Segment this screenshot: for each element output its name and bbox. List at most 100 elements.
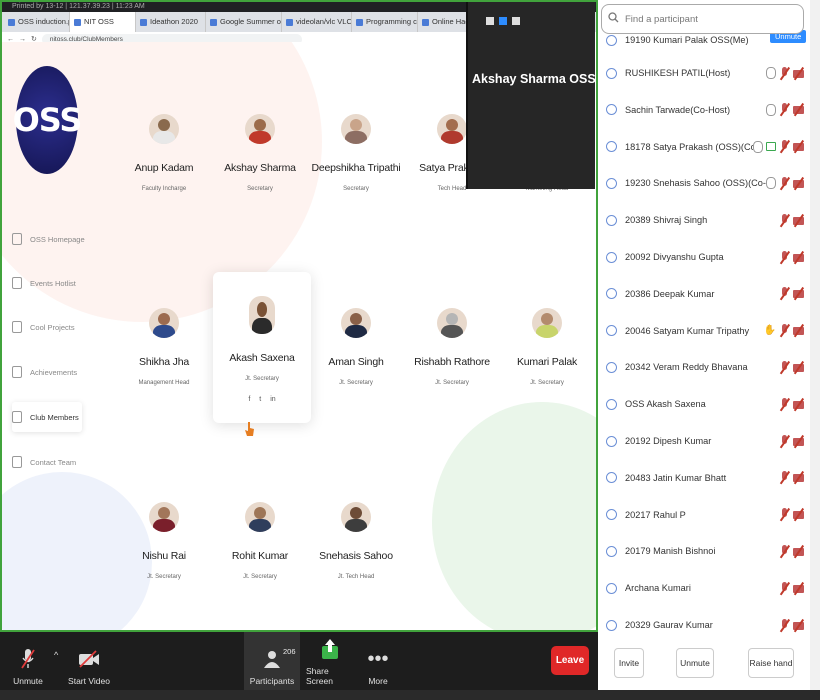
browser-tab[interactable]: Ideathon 2020 — [136, 12, 206, 32]
photo-head — [158, 312, 170, 325]
participant-name: Sachin Tarwade(Co-Host) — [625, 104, 731, 115]
member-card[interactable]: Akshay Sharma Secretary — [210, 114, 310, 192]
flask-icon — [12, 321, 22, 333]
participant-row[interactable]: OSS Akash Saxena — [598, 386, 812, 422]
participant-name: Archana Kumari — [625, 583, 691, 594]
participant-row[interactable]: 20342 Veram Reddy Bhavana — [598, 349, 812, 385]
participant-search[interactable]: Find a participant — [601, 4, 804, 34]
browser-tab[interactable]: Google Summer of — [206, 12, 282, 32]
browser-tab[interactable]: OSS induction.pptx — [4, 12, 70, 32]
more-label: More — [368, 676, 388, 686]
mic-muted-icon — [779, 103, 790, 116]
member-name: Aman Singh — [328, 356, 384, 368]
more-button[interactable]: ••• More — [362, 632, 394, 690]
tab-favicon-icon — [356, 18, 363, 26]
nav-item-achievements[interactable]: Achievements — [12, 357, 92, 387]
participant-row[interactable]: 20046 Satyam Kumar Tripathy ✋ — [598, 313, 812, 349]
raise-hand-button[interactable]: Raise hand — [748, 648, 794, 678]
member-card[interactable]: Anup Kadam Faculty Incharge — [114, 114, 214, 192]
minimize-icon[interactable] — [486, 17, 494, 25]
browser-tab[interactable]: Programming club — [352, 12, 418, 32]
browser-tab[interactable]: NIT OSS — [70, 12, 136, 32]
video-off-icon — [793, 214, 804, 227]
home-icon — [12, 233, 22, 245]
speaker-name: Akshay Sharma OSS Secr... — [472, 72, 595, 86]
member-name: Snehasis Sahoo — [319, 550, 393, 562]
video-off-icon — [793, 545, 804, 558]
member-role: Jt. Tech Head — [337, 574, 375, 580]
photo-head — [446, 118, 458, 131]
member-name: Deepshikha Tripathi — [311, 162, 401, 174]
member-card[interactable]: Akash Saxena Jt. Secretary f t in — [213, 272, 311, 436]
member-name: Akshay Sharma — [224, 162, 296, 174]
member-photo — [245, 114, 275, 144]
member-card[interactable]: Rishabh Rathore Jt. Secretary — [402, 308, 502, 386]
nav-item-cool-projects[interactable]: Cool Projects — [12, 312, 92, 342]
photo-body — [344, 519, 368, 532]
participant-row[interactable]: 20483 Jatin Kumar Bhatt — [598, 460, 812, 496]
photo-body — [252, 318, 272, 334]
nav-item-club-members[interactable]: Club Members — [12, 402, 82, 432]
member-card[interactable]: Snehasis Sahoo Jt. Tech Head — [306, 502, 406, 580]
video-off-icon — [793, 251, 804, 264]
participant-status — [779, 397, 804, 411]
leave-button[interactable]: Leave — [551, 646, 589, 675]
member-name: Rishabh Rathore — [414, 356, 490, 368]
maximize-icon[interactable] — [512, 17, 520, 25]
participant-row[interactable]: Archana Kumari — [598, 570, 812, 606]
photo-body — [152, 325, 176, 338]
participant-row[interactable]: 20389 Shivraj Singh — [598, 202, 812, 238]
member-role: Faculty Incharge — [141, 186, 187, 192]
mic-muted-icon — [779, 397, 790, 411]
nav-item-events-hotlist[interactable]: Events Hotlist — [12, 268, 92, 298]
member-card[interactable]: Shikha Jha Management Head — [114, 308, 214, 386]
audio-options-chevron-icon[interactable]: ^ — [54, 650, 58, 660]
member-role: Jt. Secretary — [243, 574, 277, 580]
participant-list[interactable]: 19190 Kumari Palak OSS(Me) Unmute RUSHIK… — [598, 28, 812, 638]
active-speaker-tile[interactable]: Akshay Sharma OSS Secr... — [466, 2, 595, 189]
linkedin-icon[interactable]: in — [270, 396, 275, 403]
member-photo — [532, 308, 562, 338]
participant-avatar — [606, 288, 617, 300]
tab-favicon-icon — [210, 18, 217, 26]
unmute-button[interactable]: Unmute — [10, 632, 46, 690]
view-switch-icon[interactable] — [499, 17, 507, 25]
participant-row[interactable]: RUSHIKESH PATIL(Host) — [598, 55, 812, 91]
video-off-icon — [793, 177, 804, 190]
member-card[interactable]: Kumari Palak Jt. Secretary — [497, 308, 596, 386]
twitter-icon[interactable]: t — [259, 396, 261, 403]
participant-row[interactable]: Sachin Tarwade(Co-Host) — [598, 92, 812, 128]
participant-row[interactable]: 20386 Deepak Kumar — [598, 276, 812, 312]
share-screen-button[interactable]: Share Screen — [306, 632, 354, 690]
participant-name: 20483 Jatin Kumar Bhatt — [625, 472, 727, 483]
participant-row[interactable]: 18178 Satya Prakash (OSS)(Co-Host) — [598, 129, 812, 165]
participant-row[interactable]: 19230 Snehasis Sahoo (OSS)(Co-Host) — [598, 165, 812, 201]
participant-avatar — [606, 214, 617, 226]
member-card[interactable]: Rohit Kumar Jt. Secretary — [210, 502, 310, 580]
member-card[interactable]: Nishu Rai Jt. Secretary — [114, 502, 214, 580]
people-icon — [12, 411, 22, 423]
trophy-icon — [12, 366, 22, 378]
nav-item-contact-team[interactable]: Contact Team — [12, 447, 92, 477]
shared-screen: Printed by 13-12 | 121.37.39.23 | 11:23 … — [0, 0, 598, 632]
nav-item-oss-homepage[interactable]: OSS Homepage — [12, 224, 92, 254]
participant-name: 18178 Satya Prakash (OSS)(Co-Host) — [625, 141, 753, 152]
participant-row[interactable]: 20329 Gaurav Kumar — [598, 607, 812, 638]
participant-row[interactable]: 20217 Rahul P — [598, 497, 812, 533]
search-input[interactable]: Find a participant — [625, 14, 698, 25]
panel-scrollbar[interactable] — [810, 0, 820, 690]
start-video-button[interactable]: Start Video — [66, 632, 112, 690]
participant-status — [779, 213, 804, 227]
participant-row[interactable]: 20192 Dipesh Kumar — [598, 423, 812, 459]
participants-button[interactable]: 206 Participants — [244, 632, 300, 690]
participant-status — [779, 581, 804, 595]
mute-all-button[interactable]: Unmute — [676, 648, 714, 678]
member-card[interactable]: Deepshikha Tripathi Secretary — [306, 114, 406, 192]
participant-row[interactable]: 20179 Manish Bishnoi — [598, 533, 812, 569]
facebook-icon[interactable]: f — [248, 396, 250, 403]
invite-button[interactable]: Invite — [614, 648, 644, 678]
browser-tab[interactable]: videolan/vlc VLC — [282, 12, 352, 32]
member-photo — [249, 296, 275, 334]
participant-row[interactable]: 20092 Divyanshu Gupta — [598, 239, 812, 275]
member-card[interactable]: Aman Singh Jt. Secretary — [306, 308, 406, 386]
